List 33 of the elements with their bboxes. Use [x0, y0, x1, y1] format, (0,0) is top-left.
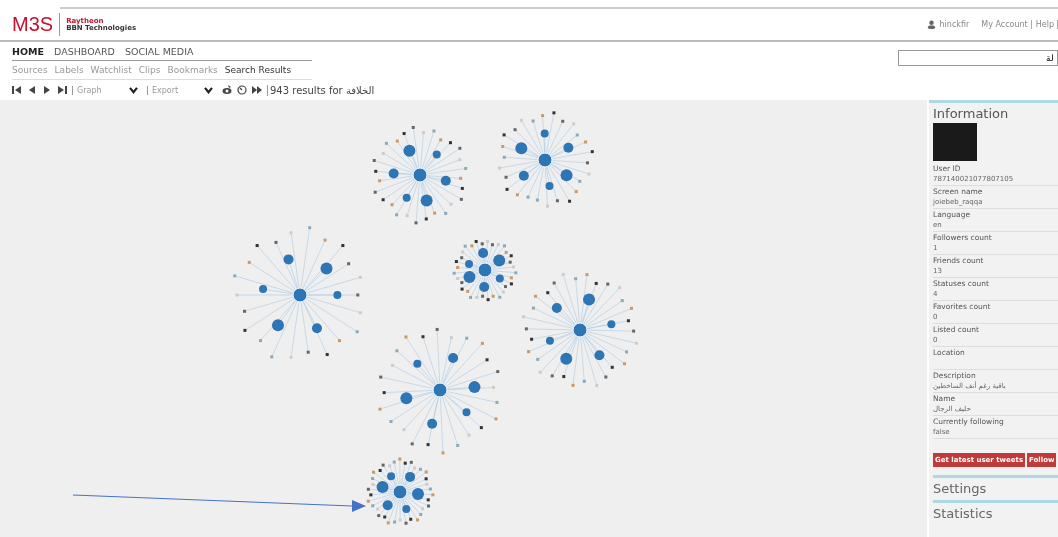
user-icon — [926, 20, 936, 29]
main-nav-tab[interactable]: DASHBOARD — [54, 45, 115, 57]
panel-title: Information — [933, 105, 1010, 123]
sub-nav-tab[interactable]: Bookmarks — [167, 65, 218, 75]
results-count: 943 results for الخلافة — [267, 84, 375, 96]
last-icon[interactable] — [57, 85, 67, 95]
main-nav-tab[interactable]: SOCIAL MEDIA — [124, 45, 194, 57]
main-nav-tab[interactable]: HOME — [12, 45, 44, 57]
app-logo: M3S — [12, 13, 61, 36]
sub-nav-tab[interactable]: Clips — [138, 65, 161, 75]
sub-nav-tab[interactable]: Watchlist — [90, 65, 132, 75]
sub-nav-tab[interactable]: Sources — [12, 65, 48, 75]
fast-forward-icon[interactable] — [252, 85, 262, 95]
eye-icon[interactable] — [222, 85, 232, 95]
search-field[interactable]: لة — [898, 50, 1058, 66]
previous-icon[interactable] — [27, 85, 37, 95]
node-cluster — [366, 457, 435, 525]
chevron-down-icon — [204, 86, 213, 94]
next-icon[interactable] — [42, 85, 52, 95]
gauge-icon[interactable] — [237, 85, 247, 95]
first-icon[interactable] — [12, 85, 22, 95]
sub-nav-tab[interactable]: Search Results — [224, 65, 292, 75]
export-dropdown[interactable]: Export — [147, 85, 217, 95]
username: hinckfir — [939, 20, 971, 29]
user-menu-link[interactable]: My Account — [981, 20, 1032, 29]
photo-placeholder — [933, 123, 977, 161]
chevron-down-icon — [129, 86, 138, 94]
view-dropdown[interactable]: Graph — [72, 85, 142, 95]
section-header[interactable]: Settings — [933, 475, 1058, 500]
node-cluster — [452, 239, 518, 302]
user-menu-link[interactable]: Help — [1035, 20, 1058, 29]
section-header[interactable]: Statistics — [933, 500, 1058, 525]
sub-nav-tab[interactable]: Labels — [54, 65, 84, 75]
